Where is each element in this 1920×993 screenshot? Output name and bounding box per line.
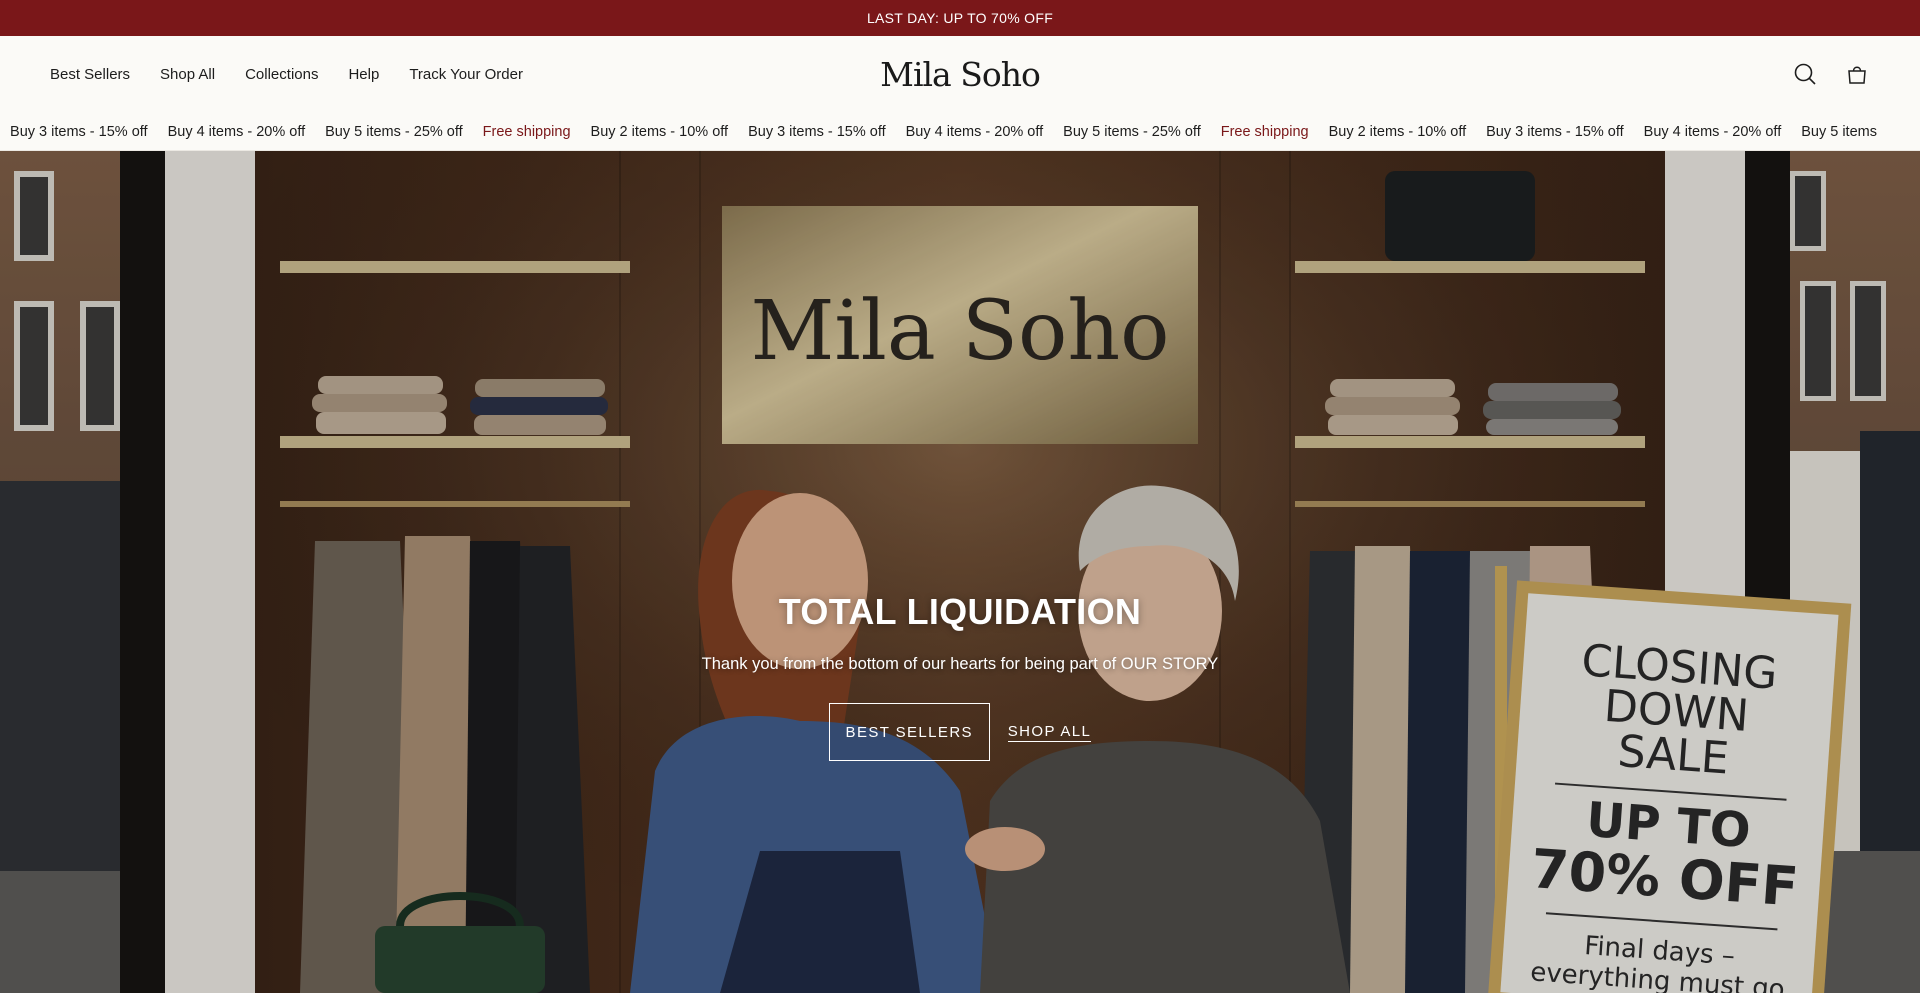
- search-icon[interactable]: [1792, 61, 1818, 87]
- best-sellers-button[interactable]: BEST SELLERS: [828, 703, 990, 761]
- promo-item: Buy 5 items - 25% off: [325, 123, 463, 140]
- promo-item: Buy 4 items - 20% off: [905, 123, 1044, 140]
- hero-image: Mila Soho: [0, 151, 1920, 993]
- nav-best-sellers[interactable]: Best Sellers: [50, 66, 130, 83]
- hero-banner: Mila Soho: [0, 151, 1920, 993]
- hero-actions: BEST SELLERS SHOP ALL: [828, 703, 1092, 761]
- promo-item: Buy 2 items - 10% off: [590, 123, 729, 140]
- announcement-bar: LAST DAY: UP TO 70% OFF: [0, 0, 1920, 36]
- promo-track: fBuy 3 items - 15% offBuy 4 items - 20% …: [0, 112, 1877, 150]
- site-logo[interactable]: Mila Soho: [880, 36, 1041, 112]
- header-actions: [1792, 36, 1870, 112]
- hero-title: TOTAL LIQUIDATION: [778, 591, 1142, 632]
- promo-item: Buy 3 items - 15% off: [1486, 123, 1624, 140]
- promo-item: Buy 4 items - 20% off: [1643, 123, 1782, 140]
- nav-help[interactable]: Help: [348, 66, 379, 83]
- nav-shop-all[interactable]: Shop All: [160, 66, 215, 83]
- cart-icon[interactable]: [1844, 61, 1870, 87]
- promo-item-free-shipping: Free shipping: [1220, 123, 1309, 140]
- hero-content: TOTAL LIQUIDATION Thank you from the bot…: [0, 591, 1920, 761]
- site-header: Best Sellers Shop All Collections Help T…: [0, 36, 1920, 112]
- hero-subtitle: Thank you from the bottom of our hearts …: [701, 655, 1219, 673]
- announcement-text: LAST DAY: UP TO 70% OFF: [866, 10, 1054, 26]
- main-nav: Best Sellers Shop All Collections Help T…: [50, 36, 523, 112]
- promo-item: Buy 2 items - 10% off: [1328, 123, 1467, 140]
- promo-item: Buy 4 items - 20% off: [167, 123, 306, 140]
- nav-collections[interactable]: Collections: [245, 66, 318, 83]
- shop-all-link[interactable]: SHOP ALL: [1007, 723, 1092, 742]
- promo-item: Buy 5 items: [1801, 123, 1877, 140]
- promo-item-free-shipping: Free shipping: [482, 123, 571, 140]
- promo-item: Buy 3 items - 15% off: [748, 123, 886, 140]
- promo-item: Buy 3 items - 15% off: [10, 123, 148, 140]
- nav-track-order[interactable]: Track Your Order: [409, 66, 523, 83]
- promo-item: Buy 5 items - 25% off: [1063, 123, 1201, 140]
- promo-marquee: fBuy 3 items - 15% offBuy 4 items - 20% …: [0, 112, 1920, 151]
